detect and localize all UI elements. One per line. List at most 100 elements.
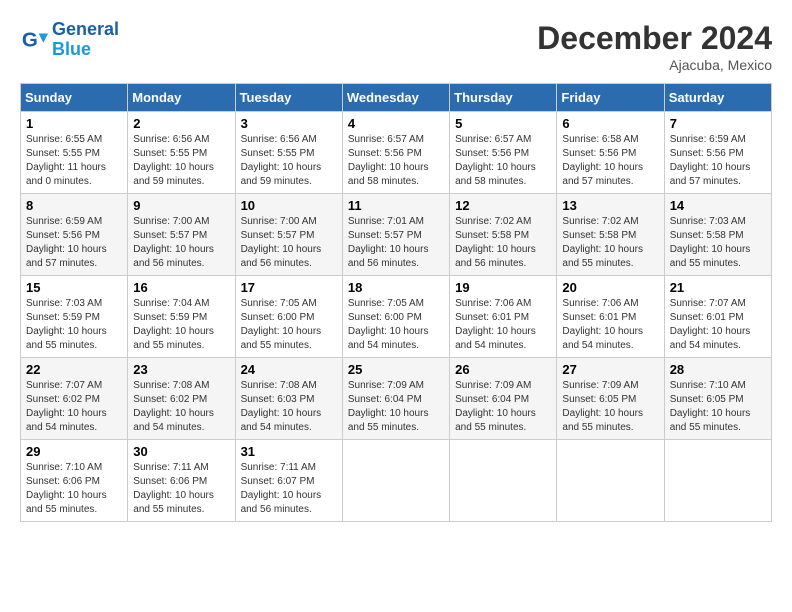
logo-blue: Blue [52, 39, 91, 59]
col-wednesday: Wednesday [342, 84, 449, 112]
day-info: Sunrise: 7:10 AM Sunset: 6:06 PM Dayligh… [26, 461, 122, 517]
calendar-cell: 2 Sunrise: 6:56 AM Sunset: 5:55 PM Daylig… [128, 112, 235, 194]
calendar-week-2: 8 Sunrise: 6:59 AM Sunset: 5:56 PM Daylig… [21, 194, 772, 276]
calendar-cell: 14 Sunrise: 7:03 AM Sunset: 5:58 PM Dayli… [664, 194, 771, 276]
day-number: 7 [670, 116, 766, 131]
calendar-week-4: 22Sunrise: 7:07 AM Sunset: 6:02 PM Dayli… [21, 358, 772, 440]
day-info: Sunrise: 7:07 AM Sunset: 6:02 PM Dayligh… [26, 379, 122, 435]
calendar-cell: 1 Sunrise: 6:55 AM Sunset: 5:55 PM Daylig… [21, 112, 128, 194]
day-info: Sunrise: 7:11 AM Sunset: 6:06 PM Dayligh… [133, 461, 229, 517]
calendar-week-1: 1 Sunrise: 6:55 AM Sunset: 5:55 PM Daylig… [21, 112, 772, 194]
calendar-cell [450, 440, 557, 522]
day-info: Sunrise: 6:56 AM Sunset: 5:55 PM Dayligh… [133, 133, 229, 189]
calendar-cell: 7 Sunrise: 6:59 AM Sunset: 5:56 PM Daylig… [664, 112, 771, 194]
day-info: Sunrise: 6:57 AM Sunset: 5:56 PM Dayligh… [455, 133, 551, 189]
day-info: Sunrise: 7:09 AM Sunset: 6:05 PM Dayligh… [562, 379, 658, 435]
day-info: Sunrise: 7:11 AM Sunset: 6:07 PM Dayligh… [241, 461, 337, 517]
day-info: Sunrise: 6:59 AM Sunset: 5:56 PM Dayligh… [26, 215, 122, 271]
day-info: Sunrise: 7:02 AM Sunset: 5:58 PM Dayligh… [562, 215, 658, 271]
day-info: Sunrise: 6:58 AM Sunset: 5:56 PM Dayligh… [562, 133, 658, 189]
day-number: 16 [133, 280, 229, 295]
day-number: 19 [455, 280, 551, 295]
day-number: 8 [26, 198, 122, 213]
day-info: Sunrise: 7:08 AM Sunset: 6:03 PM Dayligh… [241, 379, 337, 435]
title-block: December 2024 Ajacuba, Mexico [537, 20, 772, 73]
day-info: Sunrise: 7:00 AM Sunset: 5:57 PM Dayligh… [241, 215, 337, 271]
day-number: 15 [26, 280, 122, 295]
calendar-cell: 22Sunrise: 7:07 AM Sunset: 6:02 PM Dayli… [21, 358, 128, 440]
day-info: Sunrise: 7:03 AM Sunset: 5:59 PM Dayligh… [26, 297, 122, 353]
calendar-header-row: Sunday Monday Tuesday Wednesday Thursday… [21, 84, 772, 112]
day-number: 12 [455, 198, 551, 213]
day-info: Sunrise: 7:08 AM Sunset: 6:02 PM Dayligh… [133, 379, 229, 435]
logo: G General Blue [20, 20, 119, 60]
day-info: Sunrise: 7:04 AM Sunset: 5:59 PM Dayligh… [133, 297, 229, 353]
day-number: 3 [241, 116, 337, 131]
col-friday: Friday [557, 84, 664, 112]
calendar-cell: 26 Sunrise: 7:09 AM Sunset: 6:04 PM Dayli… [450, 358, 557, 440]
calendar-cell: 21Sunrise: 7:07 AM Sunset: 6:01 PM Dayli… [664, 276, 771, 358]
day-number: 21 [670, 280, 766, 295]
day-info: Sunrise: 7:06 AM Sunset: 6:01 PM Dayligh… [562, 297, 658, 353]
calendar-cell: 27 Sunrise: 7:09 AM Sunset: 6:05 PM Dayli… [557, 358, 664, 440]
calendar-cell: 11 Sunrise: 7:01 AM Sunset: 5:57 PM Dayli… [342, 194, 449, 276]
logo-general: General [52, 19, 119, 39]
day-info: Sunrise: 7:03 AM Sunset: 5:58 PM Dayligh… [670, 215, 766, 271]
day-number: 25 [348, 362, 444, 377]
calendar-cell: 29 Sunrise: 7:10 AM Sunset: 6:06 PM Dayli… [21, 440, 128, 522]
day-number: 9 [133, 198, 229, 213]
calendar-cell: 23 Sunrise: 7:08 AM Sunset: 6:02 PM Dayli… [128, 358, 235, 440]
col-saturday: Saturday [664, 84, 771, 112]
day-number: 20 [562, 280, 658, 295]
calendar-week-3: 15 Sunrise: 7:03 AM Sunset: 5:59 PM Dayli… [21, 276, 772, 358]
svg-text:G: G [22, 28, 38, 51]
calendar-table: Sunday Monday Tuesday Wednesday Thursday… [20, 83, 772, 522]
calendar-cell: 10Sunrise: 7:00 AM Sunset: 5:57 PM Dayli… [235, 194, 342, 276]
day-number: 31 [241, 444, 337, 459]
day-info: Sunrise: 6:59 AM Sunset: 5:56 PM Dayligh… [670, 133, 766, 189]
day-info: Sunrise: 7:05 AM Sunset: 6:00 PM Dayligh… [348, 297, 444, 353]
day-number: 23 [133, 362, 229, 377]
day-number: 11 [348, 198, 444, 213]
day-info: Sunrise: 7:05 AM Sunset: 6:00 PM Dayligh… [241, 297, 337, 353]
day-number: 14 [670, 198, 766, 213]
day-number: 28 [670, 362, 766, 377]
day-info: Sunrise: 7:09 AM Sunset: 6:04 PM Dayligh… [348, 379, 444, 435]
day-info: Sunrise: 7:01 AM Sunset: 5:57 PM Dayligh… [348, 215, 444, 271]
calendar-cell: 9Sunrise: 7:00 AM Sunset: 5:57 PM Daylig… [128, 194, 235, 276]
col-thursday: Thursday [450, 84, 557, 112]
calendar-cell: 16 Sunrise: 7:04 AM Sunset: 5:59 PM Dayli… [128, 276, 235, 358]
calendar-cell: 28 Sunrise: 7:10 AM Sunset: 6:05 PM Dayli… [664, 358, 771, 440]
calendar-cell: 5Sunrise: 6:57 AM Sunset: 5:56 PM Daylig… [450, 112, 557, 194]
calendar-cell: 15 Sunrise: 7:03 AM Sunset: 5:59 PM Dayli… [21, 276, 128, 358]
calendar-cell: 6 Sunrise: 6:58 AM Sunset: 5:56 PM Daylig… [557, 112, 664, 194]
day-info: Sunrise: 6:55 AM Sunset: 5:55 PM Dayligh… [26, 133, 122, 189]
day-info: Sunrise: 7:10 AM Sunset: 6:05 PM Dayligh… [670, 379, 766, 435]
calendar-cell: 20 Sunrise: 7:06 AM Sunset: 6:01 PM Dayli… [557, 276, 664, 358]
day-number: 1 [26, 116, 122, 131]
day-number: 17 [241, 280, 337, 295]
day-number: 6 [562, 116, 658, 131]
day-info: Sunrise: 6:56 AM Sunset: 5:55 PM Dayligh… [241, 133, 337, 189]
calendar-cell: 24Sunrise: 7:08 AM Sunset: 6:03 PM Dayli… [235, 358, 342, 440]
day-number: 13 [562, 198, 658, 213]
col-sunday: Sunday [21, 84, 128, 112]
calendar-week-5: 29 Sunrise: 7:10 AM Sunset: 6:06 PM Dayli… [21, 440, 772, 522]
col-tuesday: Tuesday [235, 84, 342, 112]
day-number: 29 [26, 444, 122, 459]
day-info: Sunrise: 7:09 AM Sunset: 6:04 PM Dayligh… [455, 379, 551, 435]
calendar-cell: 13 Sunrise: 7:02 AM Sunset: 5:58 PM Dayli… [557, 194, 664, 276]
logo-text: General Blue [52, 20, 119, 60]
calendar-cell: 19Sunrise: 7:06 AM Sunset: 6:01 PM Dayli… [450, 276, 557, 358]
day-number: 2 [133, 116, 229, 131]
calendar-cell: 25 Sunrise: 7:09 AM Sunset: 6:04 PM Dayli… [342, 358, 449, 440]
month-title: December 2024 [537, 20, 772, 57]
day-number: 27 [562, 362, 658, 377]
calendar-cell: 30Sunrise: 7:11 AM Sunset: 6:06 PM Dayli… [128, 440, 235, 522]
calendar-cell [664, 440, 771, 522]
calendar-cell: 8 Sunrise: 6:59 AM Sunset: 5:56 PM Daylig… [21, 194, 128, 276]
day-number: 26 [455, 362, 551, 377]
calendar-cell [557, 440, 664, 522]
calendar-cell: 17 Sunrise: 7:05 AM Sunset: 6:00 PM Dayli… [235, 276, 342, 358]
calendar-cell: 3 Sunrise: 6:56 AM Sunset: 5:55 PM Daylig… [235, 112, 342, 194]
